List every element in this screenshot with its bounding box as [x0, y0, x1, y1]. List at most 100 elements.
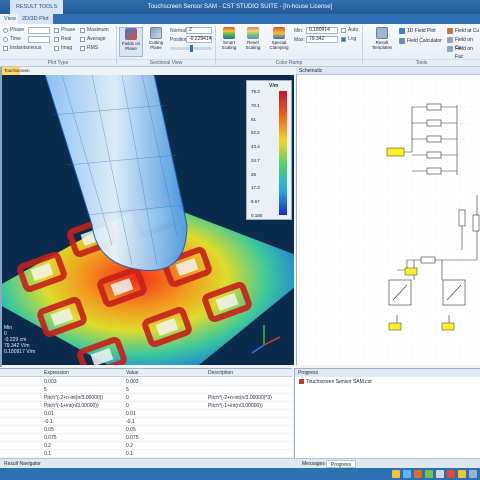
legend-tick-label: 8.67: [251, 199, 260, 205]
svg-text:·····: ·····: [460, 137, 465, 141]
zoom-icon[interactable]: [425, 470, 433, 478]
context-tab-result-tools[interactable]: RESULT TOOLS: [10, 0, 64, 14]
table-row[interactable]: 0.05 0.05: [0, 426, 292, 434]
result-templates-button[interactable]: Result Templates: [368, 27, 396, 57]
tab-result-navigator[interactable]: Result Navigator: [0, 460, 45, 468]
reset-scaling-button[interactable]: Reset Scaling: [241, 27, 265, 57]
bottom-tab-bar: Result Navigator Messages Progress: [0, 458, 480, 468]
real-checkbox[interactable]: [54, 37, 59, 42]
time-input[interactable]: [28, 36, 50, 43]
table-row[interactable]: Pitch*(-2+n-int(n/3.00000)) 0 Pitch*(-2+n-…: [0, 394, 292, 402]
progress-panel: Progress Touchscreen Sensor SAM.cst: [294, 368, 480, 458]
wcs-icon[interactable]: [392, 470, 400, 478]
phase-input[interactable]: [28, 27, 50, 34]
field-plot-1d-button[interactable]: 1D Field Plot: [399, 27, 436, 35]
table-row[interactable]: -0.1 -0.1: [0, 418, 292, 426]
table-cell: 0: [126, 395, 129, 401]
settings-icon[interactable]: [469, 470, 477, 478]
3d-field-view[interactable]: V/m 79.3 70.1 61 52.2 43.4 34.7 26 17.3 8.67 0.18…: [2, 75, 294, 365]
table-row[interactable]: 0.1 0.1: [0, 450, 292, 458]
tab-2d3d-plot[interactable]: 2D/3D Plot: [18, 14, 53, 24]
average-checkbox[interactable]: [80, 37, 85, 42]
cutting-plane-label: Cutting Plane: [148, 40, 164, 50]
special-clamping-icon: [273, 27, 285, 39]
table-cell: 0.05: [126, 427, 136, 433]
project-file-icon: [299, 379, 304, 385]
schematic-view[interactable]: ····· ····· ·····: [296, 75, 480, 365]
legend-tick-label: 26: [251, 171, 257, 177]
table-row[interactable]: Pitch*(-1+int(n/3.00000)) 0 Pitch*(-1+int(…: [0, 402, 292, 410]
table-cell: 0.003: [44, 379, 57, 385]
normal-select[interactable]: Z: [186, 27, 212, 34]
ribbon: Phase Time Instantaneous Phase Real Imag…: [0, 24, 480, 67]
table-cell: 0.2: [126, 443, 133, 449]
field-on-face-label: Field on Fac: [455, 46, 473, 60]
table-row[interactable]: 0.01 0.01: [0, 410, 292, 418]
table-row[interactable]: 0.2 0.2: [0, 442, 292, 450]
min-input[interactable]: 0.180914: [306, 27, 338, 34]
rotate-icon[interactable]: [436, 470, 444, 478]
phase-radio[interactable]: [3, 28, 8, 33]
legend-tick-label: 17.3: [251, 185, 260, 191]
field-info-overlay: Min 0 -0.229 cm 79.342 V/m 0.180917 V/m: [4, 325, 35, 355]
svg-text:·····: ·····: [460, 105, 465, 109]
legend-tick-label: 0.180: [251, 213, 263, 218]
fit-view-icon[interactable]: [414, 470, 422, 478]
schematic-tab[interactable]: Schematic: [296, 67, 480, 75]
auto-checkbox[interactable]: [341, 28, 346, 33]
column-header-description[interactable]: Description: [208, 370, 233, 376]
maximum-checkbox[interactable]: [80, 28, 85, 33]
log-checkbox[interactable]: [341, 37, 346, 42]
field-at-cursor-button[interactable]: Field at Cu: [447, 27, 479, 35]
instantaneous-checkbox[interactable]: [3, 46, 8, 51]
view-icon[interactable]: [403, 470, 411, 478]
table-row[interactable]: 0.003 0.003: [0, 378, 292, 386]
time-radio[interactable]: [3, 37, 8, 42]
imag-checkbox[interactable]: [54, 46, 59, 51]
table-row[interactable]: 55: [0, 386, 292, 394]
schematic-canvas: ····· ····· ·····: [297, 75, 480, 365]
field-on-face-button[interactable]: Field on Fac: [447, 45, 480, 60]
table-cell: -0.1: [44, 419, 53, 425]
maximum-label: Maximum: [87, 27, 109, 33]
position-slider[interactable]: [170, 45, 212, 52]
position-slider-thumb[interactable]: [190, 45, 193, 52]
reset-scaling-icon: [247, 27, 259, 39]
auto-label: Auto: [348, 27, 359, 33]
position-input[interactable]: -0.229414: [186, 36, 212, 43]
phase2-checkbox[interactable]: [54, 28, 59, 33]
raster-icon[interactable]: [447, 470, 455, 478]
units-icon[interactable]: [458, 470, 466, 478]
column-header-expression[interactable]: Expression: [44, 370, 69, 376]
tab-view[interactable]: View: [0, 14, 20, 24]
cutting-plane-icon: [150, 27, 162, 39]
tab-progress[interactable]: Progress: [326, 460, 357, 468]
rms-checkbox[interactable]: [80, 46, 85, 51]
field-plot-1d-label: 1D Field Plot: [407, 28, 436, 34]
smart-scaling-label: Smart Scaling: [221, 40, 237, 50]
sectional-view-group-label: Sectional View: [117, 59, 215, 66]
progress-item[interactable]: Touchscreen Sensor SAM.cst: [299, 379, 372, 385]
table-cell: 0.1: [126, 451, 133, 457]
window-title: Touchscreen Sensor SAM - CST STUDIO SUIT…: [147, 4, 333, 10]
table-row[interactable]: 0.075 0.075: [0, 434, 292, 442]
parameter-list-header: Expression Value Description: [0, 369, 292, 377]
max-label: Max:: [294, 37, 305, 43]
document-tab[interactable]: Touchscreen Sensor SAM: [2, 67, 30, 89]
progress-header: Progress: [295, 369, 480, 377]
fields-on-plane-label: Fields on Plane: [121, 41, 141, 51]
fields-on-plane-icon: [125, 28, 137, 40]
fields-on-plane-button[interactable]: Fields on Plane: [119, 27, 143, 57]
svg-text:·····: ·····: [460, 121, 465, 125]
log-label: Log: [348, 36, 357, 42]
max-input[interactable]: 79.342: [306, 36, 338, 43]
smart-scaling-button[interactable]: Smart Scaling: [217, 27, 241, 57]
table-cell: 0.075: [44, 435, 57, 441]
cutting-plane-button[interactable]: Cutting Plane: [144, 27, 168, 57]
legend-tick-label: 34.7: [251, 157, 260, 163]
field-on-curve-button[interactable]: Field on Cu: [447, 36, 480, 51]
field-calculator-button[interactable]: Field Calculator: [399, 37, 442, 45]
column-header-value[interactable]: Value: [126, 370, 138, 376]
special-clamping-button[interactable]: Special Clamping: [266, 27, 292, 57]
tab-messages[interactable]: Messages: [298, 460, 329, 468]
